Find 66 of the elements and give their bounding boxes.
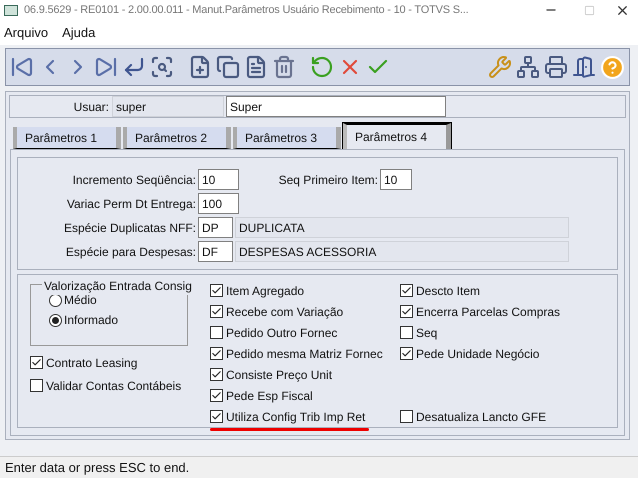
- menu-item[interactable]: Arquivo: [4, 22, 48, 42]
- checkbox-label: Encerra Parcelas Compras: [416, 304, 560, 320]
- checkbox[interactable]: [30, 379, 43, 392]
- edit-document-icon[interactable]: [244, 55, 268, 79]
- checkbox[interactable]: [210, 410, 223, 423]
- input-field[interactable]: 10: [198, 169, 239, 190]
- field-label: Espécie para Despesas:: [64, 244, 197, 260]
- tab[interactable]: Parâmetros 4: [343, 123, 451, 149]
- tab[interactable]: Parâmetros 2: [123, 127, 231, 149]
- app-icon: [4, 4, 18, 16]
- checkbox[interactable]: [400, 347, 413, 360]
- checkbox[interactable]: [400, 410, 413, 423]
- checkbox[interactable]: [210, 284, 223, 297]
- tab[interactable]: Parâmetros 1: [13, 127, 121, 149]
- input-field[interactable]: 10: [380, 169, 412, 190]
- field-label: Seq Primeiro Item:: [278, 172, 379, 188]
- first-record-icon[interactable]: [10, 55, 34, 79]
- menu-item[interactable]: Ajuda: [62, 22, 96, 42]
- checkbox-label: Desatualiza Lancto GFE: [416, 408, 546, 426]
- checkbox[interactable]: [210, 389, 223, 402]
- checkbox-label: Pede Unidade Negócio: [416, 346, 540, 362]
- user-code-field[interactable]: super: [112, 96, 224, 117]
- checkbox-label: Seq: [416, 324, 438, 342]
- field-label: Incremento Seqüência:: [72, 172, 197, 188]
- checkbox[interactable]: [210, 368, 223, 381]
- field-label: Usuar:: [72, 98, 110, 116]
- checkbox-label: Descto Item: [416, 282, 480, 300]
- checkbox[interactable]: [30, 356, 43, 369]
- checkbox-label: Recebe com Variação: [226, 304, 344, 320]
- input-field[interactable]: DP: [198, 217, 233, 238]
- checkbox-label: Pede Esp Fiscal: [226, 388, 313, 404]
- enter-arrow-icon[interactable]: [122, 55, 146, 79]
- input-field[interactable]: 100: [198, 193, 239, 214]
- status-bar-text: Enter data or press ESC to end.: [5, 458, 190, 477]
- radio-label: Informado: [64, 312, 118, 329]
- last-record-icon[interactable]: [94, 55, 118, 79]
- checkbox-label: Consiste Preço Unit: [226, 366, 332, 384]
- radio-label: Médio: [64, 292, 97, 309]
- checkbox-label: Pedido mesma Matriz Fornec: [226, 346, 383, 362]
- checkbox[interactable]: [400, 284, 413, 297]
- tab[interactable]: Parâmetros 3: [233, 127, 341, 149]
- new-document-icon[interactable]: [188, 55, 212, 79]
- checkbox-label: Utiliza Config Trib Imp Ret: [226, 408, 366, 426]
- checkbox-label: Contrato Leasing: [46, 354, 138, 372]
- checkbox[interactable]: [210, 305, 223, 318]
- tree-icon[interactable]: [516, 55, 540, 79]
- radio-button[interactable]: [49, 314, 62, 326]
- checkbox-label: Pedido Outro Fornec: [226, 324, 338, 342]
- exit-door-icon[interactable]: [572, 55, 596, 79]
- copy-icon[interactable]: [216, 55, 240, 79]
- zoom-view-icon[interactable]: [150, 55, 174, 79]
- window-title: 06.9.5629 - RE0101 - 2.00.00.011 - Manut.Parâmetros Usuário Recebimento - 10 - TOTVS S...: [24, 2, 468, 18]
- checkbox[interactable]: [210, 347, 223, 360]
- description-field[interactable]: DESPESAS ACESSORIA: [235, 241, 569, 262]
- checkbox[interactable]: [210, 326, 223, 339]
- checkbox[interactable]: [400, 326, 413, 339]
- trash-icon[interactable]: [272, 55, 296, 79]
- checkbox-label: Validar Contas Contábeis: [46, 378, 182, 394]
- printer-icon[interactable]: [544, 55, 568, 79]
- checkbox-label: Item Agregado: [226, 282, 304, 300]
- description-field[interactable]: DUPLICATA: [235, 217, 569, 238]
- user-name-field[interactable]: Super: [226, 96, 446, 117]
- checkbox[interactable]: [400, 305, 413, 318]
- field-label: Espécie Duplicatas NFF:: [62, 220, 197, 236]
- field-label: Variac Perm Dt Entrega:: [66, 196, 197, 212]
- input-field[interactable]: DF: [198, 241, 233, 262]
